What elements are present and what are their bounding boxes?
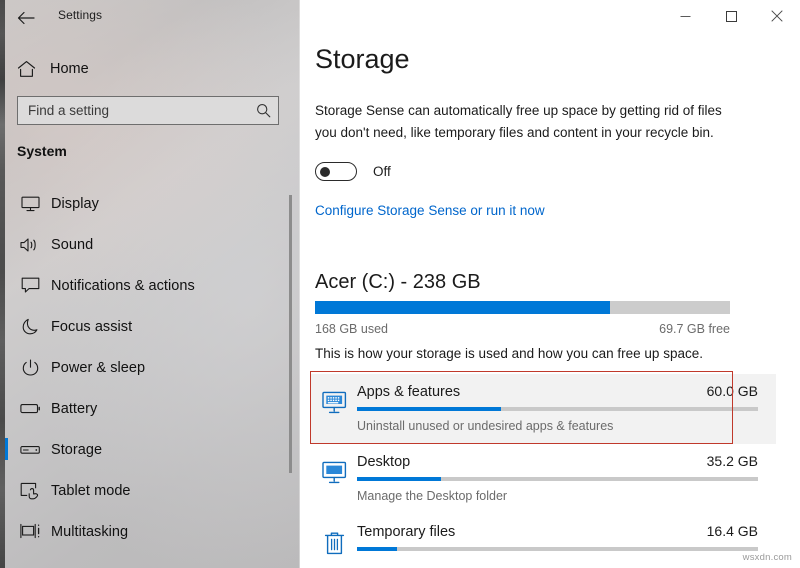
sidebar-item-label: Multitasking [51, 524, 128, 540]
storage-category-name: Temporary files [357, 524, 455, 540]
window-controls [662, 0, 800, 32]
close-icon [771, 10, 783, 22]
storage-category-size: 16.4 GB [707, 523, 758, 539]
window-left-edge [0, 0, 5, 568]
back-arrow-icon [17, 11, 35, 25]
storage-category-description: Manage the Desktop folder [357, 489, 758, 503]
storage-sense-toggle-row: Off [315, 162, 391, 181]
storage-category-bar-fill [357, 547, 397, 551]
search-icon[interactable] [248, 103, 278, 118]
storage-category-description: Uninstall unused or undesired apps & fea… [357, 419, 758, 433]
sidebar-item-battery[interactable]: Battery [0, 388, 288, 429]
minimize-icon [680, 11, 691, 22]
page-title: Storage [315, 44, 410, 75]
desktop-monitor-icon [311, 453, 357, 514]
nav-section-title: System [17, 143, 67, 159]
back-button[interactable] [12, 5, 40, 31]
drive-icon [9, 444, 51, 456]
multitasking-icon [9, 523, 51, 540]
sidebar-item-label: Sound [51, 237, 93, 253]
maximize-button[interactable] [708, 0, 754, 32]
search-box[interactable] [17, 96, 279, 125]
sidebar-item-label: Tablet mode [51, 483, 131, 499]
home-label: Home [50, 61, 89, 77]
storage-category-bar [357, 477, 758, 481]
chat-bubble-icon [9, 277, 51, 294]
configure-storage-sense-link[interactable]: Configure Storage Sense or run it now [315, 203, 545, 218]
battery-icon [9, 402, 51, 415]
storage-category-row-desktop[interactable]: Desktop 35.2 GB Manage the Desktop folde… [311, 444, 776, 514]
storage-category-list: Apps & features 60.0 GB Uninstall unused… [311, 374, 776, 568]
storage-sense-toggle[interactable] [315, 162, 357, 181]
close-button[interactable] [754, 0, 800, 32]
storage-category-size: 35.2 GB [707, 453, 758, 469]
sidebar-item-label: Power & sleep [51, 360, 145, 376]
drive-usage-bar [315, 301, 730, 314]
storage-sense-description: Storage Sense can automatically free up … [315, 100, 735, 143]
main-content: Storage Storage Sense can automatically … [300, 0, 800, 568]
home-icon [6, 60, 46, 78]
power-icon [9, 359, 51, 376]
speaker-icon [9, 237, 51, 253]
sidebar-item-focus-assist[interactable]: Focus assist [0, 306, 288, 347]
sidebar-item-notifications[interactable]: Notifications & actions [0, 265, 288, 306]
maximize-icon [726, 11, 737, 22]
watermark: wsxdn.com [743, 552, 792, 563]
sidebar-item-label: Storage [51, 442, 102, 458]
sidebar-item-display[interactable]: Display [0, 183, 288, 224]
sidebar-item-label: Notifications & actions [51, 278, 195, 294]
selection-indicator [5, 438, 8, 460]
storage-category-header: Desktop 35.2 GB [357, 453, 758, 470]
sidebar-item-tablet-mode[interactable]: Tablet mode [0, 470, 288, 511]
storage-category-bar [357, 547, 758, 551]
sidebar-item-power-sleep[interactable]: Power & sleep [0, 347, 288, 388]
settings-window: Settings Home [0, 0, 800, 568]
storage-category-name: Desktop [357, 454, 410, 470]
sidebar-item-label: Focus assist [51, 319, 132, 335]
storage-category-header: Temporary files 16.4 GB [357, 523, 758, 540]
sidebar-item-storage[interactable]: Storage [0, 429, 288, 470]
storage-sense-state-label: Off [373, 164, 391, 179]
app-title: Settings [58, 8, 102, 22]
storage-category-body: Desktop 35.2 GB Manage the Desktop folde… [357, 453, 776, 514]
sidebar-scrollbar[interactable] [289, 195, 292, 473]
monitor-icon [9, 196, 51, 212]
drive-title: Acer (C:) - 238 GB [315, 271, 481, 294]
sidebar-item-label: Display [51, 196, 99, 212]
storage-category-header: Apps & features 60.0 GB [357, 383, 758, 400]
drive-note: This is how your storage is used and how… [315, 346, 703, 361]
sidebar-nav-list: Display Sound Notifications & actions [0, 183, 288, 552]
sidebar-item-label: Battery [51, 401, 97, 417]
storage-category-name: Apps & features [357, 384, 460, 400]
storage-category-bar [357, 407, 758, 411]
drive-free-label: 69.7 GB free [315, 322, 730, 336]
moon-icon [9, 318, 51, 335]
storage-category-bar-fill [357, 477, 441, 481]
title-bar: Settings [0, 0, 300, 36]
content-bottom-mask [300, 560, 800, 568]
toggle-knob [320, 167, 330, 177]
sidebar-item-home[interactable]: Home [0, 54, 290, 84]
sidebar-item-sound[interactable]: Sound [0, 224, 288, 265]
drive-usage-fill [315, 301, 610, 314]
minimize-button[interactable] [662, 0, 708, 32]
search-input[interactable] [18, 103, 248, 118]
storage-category-bar-fill [357, 407, 501, 411]
storage-category-row-apps[interactable]: Apps & features 60.0 GB Uninstall unused… [311, 374, 776, 444]
storage-category-size: 60.0 GB [707, 383, 758, 399]
storage-category-body: Apps & features 60.0 GB Uninstall unused… [357, 383, 776, 444]
apps-monitor-icon [311, 383, 357, 444]
sidebar-item-multitasking[interactable]: Multitasking [0, 511, 288, 552]
tablet-hand-icon [9, 482, 51, 500]
